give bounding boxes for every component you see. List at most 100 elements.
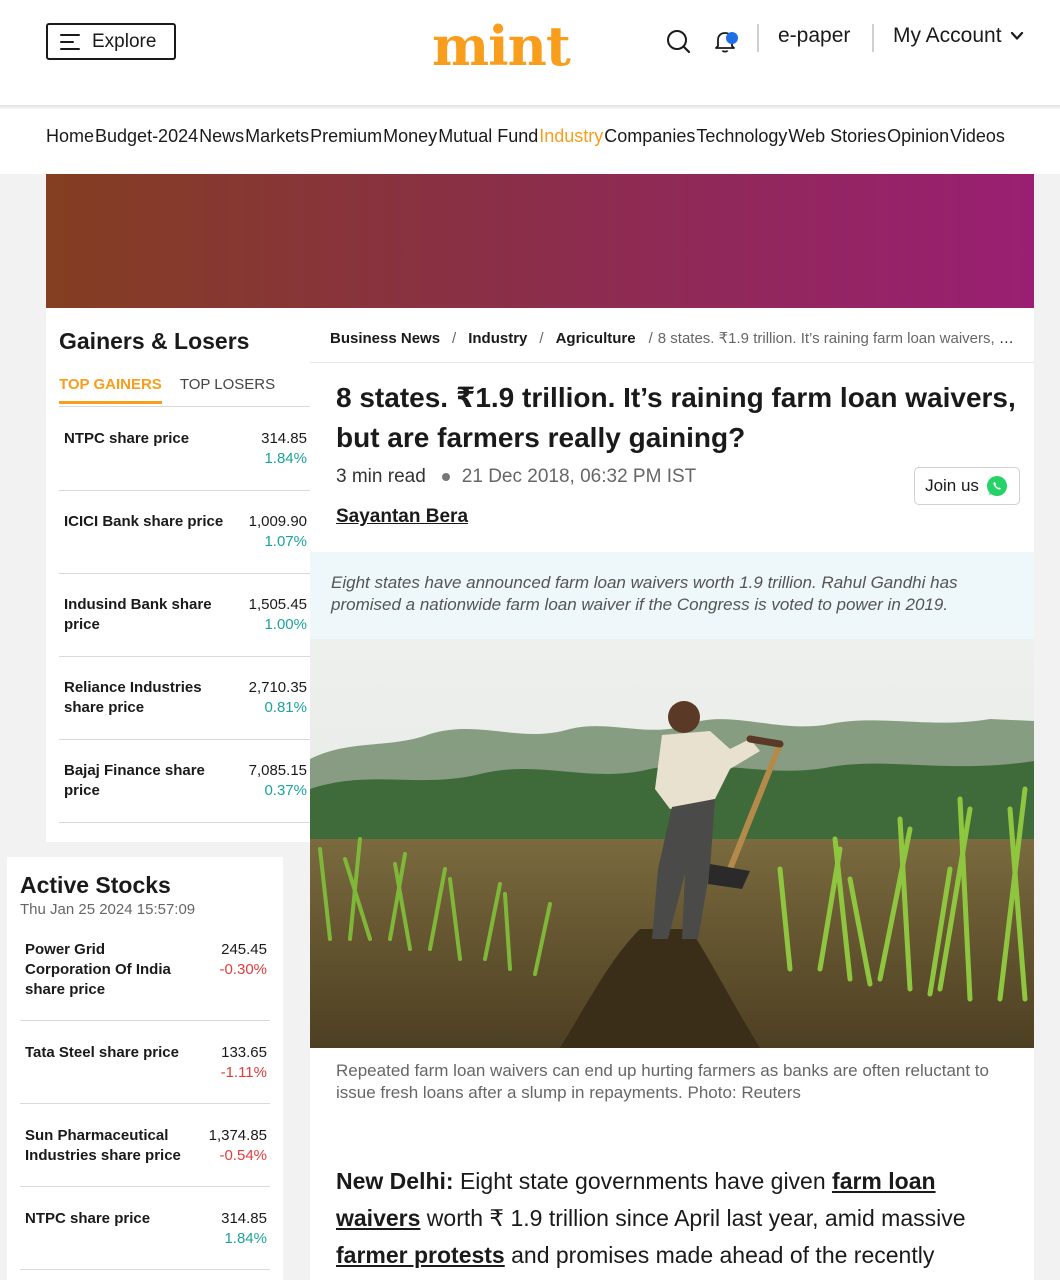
nav-item-videos[interactable]: Videos <box>950 126 1005 147</box>
breadcrumb-industry[interactable]: Industry <box>468 330 527 347</box>
stock-change: 1.07% <box>264 533 307 550</box>
publish-date: 21 Dec 2018, 06:32 PM IST <box>461 466 697 487</box>
active-stocks-list: Power Grid Corporation Of India share pr… <box>20 929 270 1270</box>
header-divider <box>757 24 759 52</box>
stock-price: 7,085.15 <box>248 762 307 779</box>
stock-change: 0.81% <box>264 699 307 716</box>
read-time: 3 min read <box>336 466 426 487</box>
nav-item-web-stories[interactable]: Web Stories <box>788 126 886 147</box>
body-text: worth ₹ 1.9 trillion since April last ye… <box>420 1205 966 1231</box>
stock-row[interactable]: Reliance Industries share price 2,710.35… <box>59 657 310 740</box>
stock-name: Bajaj Finance share price <box>64 762 205 799</box>
stock-name: ICICI Bank share price <box>64 513 224 530</box>
breadcrumb-current: 8 states. ₹1.9 trillion. It’s raining fa… <box>657 330 1020 347</box>
my-account-button[interactable]: My Account <box>893 24 1024 48</box>
my-account-label: My Account <box>893 24 1002 47</box>
explore-label: Explore <box>92 30 157 52</box>
hamburger-icon <box>60 33 80 50</box>
nav-item-markets[interactable]: Markets <box>245 126 309 147</box>
search-icon[interactable] <box>664 27 692 55</box>
article-headline: 8 states. ₹1.9 trillion. It’s raining fa… <box>336 382 1016 453</box>
stock-price: 133.65 <box>221 1044 267 1061</box>
stock-price: 245.45 <box>221 941 267 958</box>
stock-row[interactable]: Bajaj Finance share price 7,085.15 0.37% <box>59 740 310 823</box>
nav-item-opinion[interactable]: Opinion <box>887 126 949 147</box>
notification-dot <box>726 32 738 44</box>
stock-change: 1.84% <box>264 450 307 467</box>
stock-change: -0.30% <box>219 961 267 978</box>
ad-banner[interactable] <box>46 174 1034 308</box>
farmer-photo-illustration <box>310 639 1034 1048</box>
stock-name: Sun Pharmaceutical Industries share pric… <box>25 1127 181 1164</box>
explore-button[interactable]: Explore <box>46 23 176 60</box>
breadcrumb-divider <box>310 362 1034 363</box>
article-body: New Delhi: Eight state governments have … <box>336 1163 1016 1274</box>
stock-price: 2,710.35 <box>248 679 307 696</box>
header-divider <box>872 24 874 52</box>
stock-row[interactable]: NTPC share price 314.85 1.84% <box>20 1187 270 1270</box>
nav-item-news[interactable]: News <box>199 126 244 147</box>
active-stocks-timestamp: Thu Jan 25 2024 15:57:09 <box>20 901 196 918</box>
nav-item-industry[interactable]: Industry <box>539 126 603 147</box>
join-whatsapp-button[interactable]: Join us <box>914 467 1020 505</box>
stock-change: 1.00% <box>264 616 307 633</box>
breadcrumb-agriculture[interactable]: Agriculture <box>556 330 636 347</box>
stock-name: Reliance Industries share price <box>64 679 202 716</box>
chevron-down-icon <box>1010 31 1023 40</box>
stock-row[interactable]: Tata Steel share price 133.65 -1.11% <box>20 1021 270 1104</box>
stock-change: 0.37% <box>264 782 307 799</box>
active-stocks-title: Active Stocks <box>20 872 171 898</box>
stock-price: 1,009.90 <box>248 513 307 530</box>
stock-change: -1.11% <box>220 1064 267 1081</box>
nav-item-companies[interactable]: Companies <box>604 126 695 147</box>
farmer-protests-link[interactable]: farmer protests <box>336 1242 505 1268</box>
epaper-link[interactable]: e-paper <box>778 24 850 48</box>
breadcrumb: Business News / Industry / Agriculture/8 sta… <box>330 329 1020 347</box>
article-summary: Eight states have announced farm loan wa… <box>310 552 1034 639</box>
stock-name: NTPC share price <box>25 1210 151 1227</box>
stock-name: Tata Steel share price <box>25 1044 179 1061</box>
stock-change: -0.54% <box>219 1147 267 1164</box>
stock-row[interactable]: Sun Pharmaceutical Industries share pric… <box>20 1104 270 1187</box>
top-header: Explore mint e-paper My Account <box>0 0 1060 107</box>
stock-row[interactable]: Indusind Bank share price 1,505.45 1.00% <box>59 574 310 657</box>
stock-change: 1.84% <box>224 1230 267 1247</box>
nav-list: Home Budget-2024 News Markets Premium Mo… <box>46 126 1006 147</box>
nav-item-mutual-fund[interactable]: Mutual Fund <box>438 126 538 147</box>
stock-row[interactable]: Power Grid Corporation Of India share pr… <box>20 929 270 1021</box>
article-photo <box>310 639 1034 1048</box>
gainers-list: NTPC share price 314.85 1.84% ICICI Bank… <box>59 408 310 823</box>
article: Business News / Industry / Agriculture/8 sta… <box>310 308 1034 1280</box>
tab-top-gainers[interactable]: TOP GAINERS <box>59 376 162 404</box>
stock-name: NTPC share price <box>64 430 190 447</box>
stock-name: Indusind Bank share price <box>64 596 212 633</box>
stock-row[interactable]: ICICI Bank share price 1,009.90 1.07% <box>59 491 310 574</box>
dateline: New Delhi: <box>336 1168 454 1194</box>
tabs-divider <box>59 406 310 407</box>
stock-row[interactable]: NTPC share price 314.85 1.84% <box>59 408 310 491</box>
stock-price: 314.85 <box>261 430 307 447</box>
nav-item-budget-2024[interactable]: Budget-2024 <box>95 126 198 147</box>
body-text: and promises made ahead of the recently <box>504 1242 935 1268</box>
active-stocks-widget: Active Stocks Thu Jan 25 2024 15:57:09 P… <box>7 857 283 1280</box>
whatsapp-icon <box>986 476 1007 496</box>
gainers-losers-title: Gainers & Losers <box>59 328 250 354</box>
stock-price: 1,505.45 <box>248 596 307 613</box>
meta-separator <box>441 473 450 481</box>
mint-logo[interactable]: mint <box>432 16 571 76</box>
breadcrumb-business-news[interactable]: Business News <box>330 330 440 347</box>
stock-price: 1,374.85 <box>208 1127 267 1144</box>
nav-item-premium[interactable]: Premium <box>310 126 382 147</box>
gainers-losers-widget: Gainers & Losers TOP GAINERS TOP LOSERS … <box>46 308 310 842</box>
gainers-losers-tabs: TOP GAINERS TOP LOSERS <box>59 376 275 404</box>
nav-item-technology[interactable]: Technology <box>696 126 787 147</box>
stock-name: Power Grid Corporation Of India share pr… <box>25 941 171 998</box>
author-link[interactable]: Sayantan Bera <box>336 506 468 528</box>
photo-caption: Repeated farm loan waivers can end up hu… <box>336 1061 989 1102</box>
tab-top-losers[interactable]: TOP LOSERS <box>180 376 275 404</box>
article-meta: 3 min read 21 Dec 2018, 06:32 PM IST <box>336 466 696 488</box>
main-nav: Home Budget-2024 News Markets Premium Mo… <box>0 109 1060 174</box>
stock-price: 314.85 <box>221 1210 267 1227</box>
nav-item-home[interactable]: Home <box>46 126 94 147</box>
nav-item-money[interactable]: Money <box>383 126 437 147</box>
